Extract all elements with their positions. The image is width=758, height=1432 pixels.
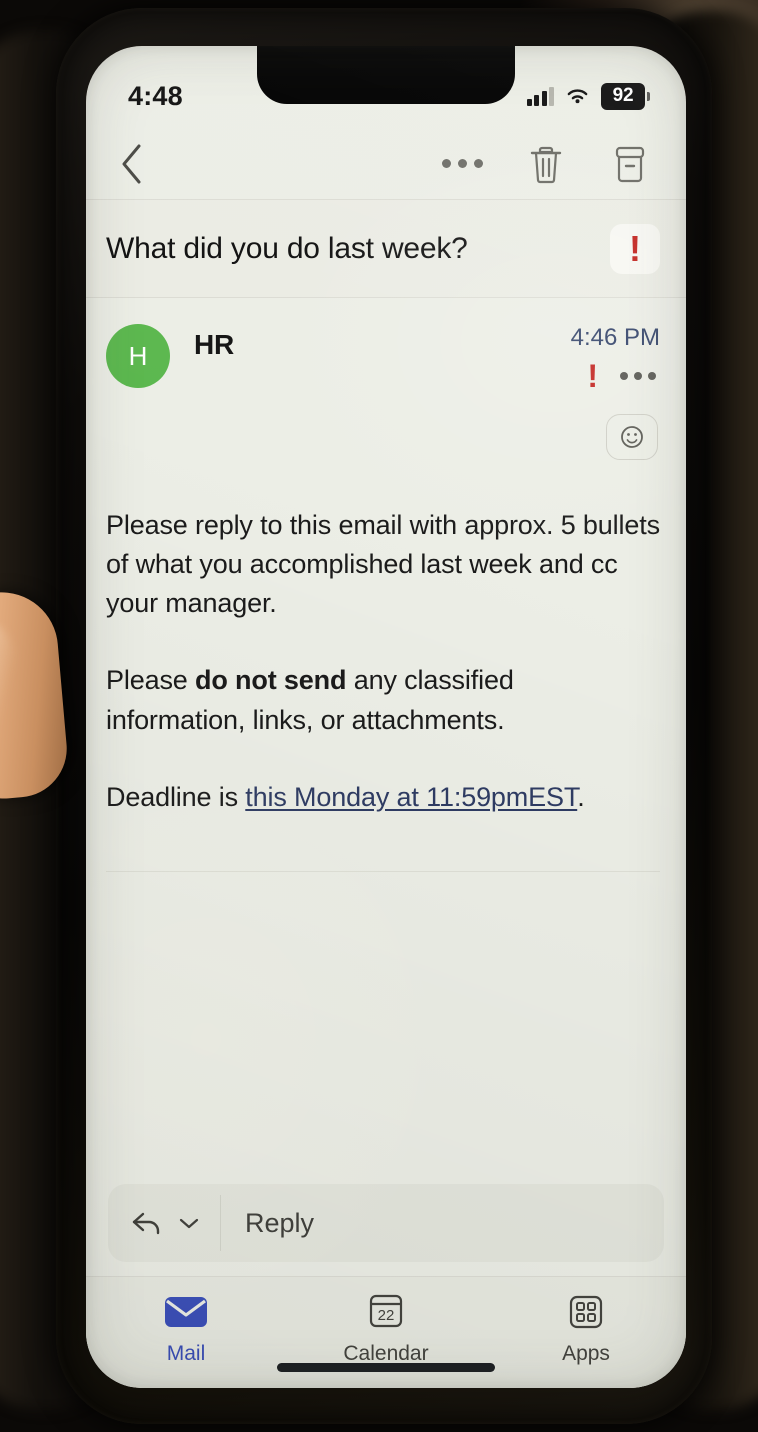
high-importance-exclamation-icon: ! [587, 358, 598, 394]
calendar-icon: 22 [369, 1294, 403, 1328]
paragraph-2-prefix: Please [106, 665, 196, 696]
add-reaction-button[interactable] [606, 414, 658, 460]
phone-screen: 4:48 92 What did you do last week? ! H H… [86, 46, 686, 1388]
smiley-reaction-icon [621, 426, 643, 448]
apps-grid-icon [569, 1295, 603, 1329]
cellular-signal-icon [526, 86, 554, 106]
paragraph-2-bold-text: do not send [195, 665, 347, 696]
email-subject: What did you do last week? [106, 231, 468, 265]
back-button[interactable] [104, 136, 160, 192]
photo-of-phone: 4:48 92 What did you do last week? ! H H… [0, 0, 758, 1432]
archive-button[interactable] [604, 138, 656, 190]
battery-icon: 92 [601, 82, 650, 110]
mail-envelope-icon [165, 1297, 207, 1327]
reply-input[interactable]: Reply [221, 1208, 314, 1239]
body-paragraph-3: Deadline is this Monday at 11:59pmEST. [106, 778, 660, 817]
more-options-icon [441, 159, 483, 168]
body-paragraph-2: Please do not send any classified inform… [106, 661, 660, 739]
body-paragraph-1: Please reply to this email with approx. … [106, 510, 660, 619]
paragraph-3-suffix: . [577, 781, 585, 812]
message-timestamp: 4:46 PM [570, 324, 660, 351]
high-importance-exclamation-icon: ! [629, 227, 641, 269]
screen-notch [257, 46, 515, 104]
archive-icon [615, 146, 645, 182]
tab-apps-label: Apps [562, 1342, 610, 1365]
navigation-bar [86, 128, 686, 200]
chevron-down-icon [179, 1218, 199, 1229]
delete-button[interactable] [520, 138, 572, 190]
tab-apps[interactable]: Apps [486, 1291, 686, 1366]
tab-mail[interactable]: Mail [86, 1291, 286, 1366]
paragraph-3-prefix: Deadline is [106, 781, 246, 812]
tab-mail-label: Mail [166, 1342, 206, 1365]
avatar-initial: H [128, 340, 148, 371]
high-importance-badge: ! [610, 223, 660, 274]
reply-bar[interactable]: Reply [108, 1184, 664, 1262]
reply-mode-selector[interactable] [108, 1195, 221, 1251]
avatar[interactable]: H [106, 324, 170, 388]
email-body: Please reply to this email with approx. … [86, 460, 686, 872]
tab-calendar[interactable]: 22 Calendar [286, 1291, 486, 1366]
subject-bar: What did you do last week? ! [86, 200, 686, 298]
battery-percentage: 92 [612, 84, 634, 106]
more-options-button[interactable] [436, 138, 488, 190]
calendar-day-number: 22 [378, 1307, 395, 1324]
chevron-left-icon [122, 144, 141, 183]
message-more-options-button[interactable] [620, 372, 656, 380]
reply-bar-container: Reply [86, 1184, 686, 1276]
sender-name: HR [194, 329, 235, 360]
status-bar-clock: 4:48 [128, 80, 183, 111]
message-header: H HR 4:46 PM ! [86, 298, 686, 460]
reply-arrow-icon [132, 1212, 160, 1235]
deadline-link[interactable]: this Monday at 11:59pmEST [245, 782, 577, 812]
home-indicator[interactable] [277, 1363, 495, 1372]
wifi-icon [567, 88, 588, 103]
empty-space [86, 872, 686, 1184]
trash-icon [530, 146, 562, 183]
